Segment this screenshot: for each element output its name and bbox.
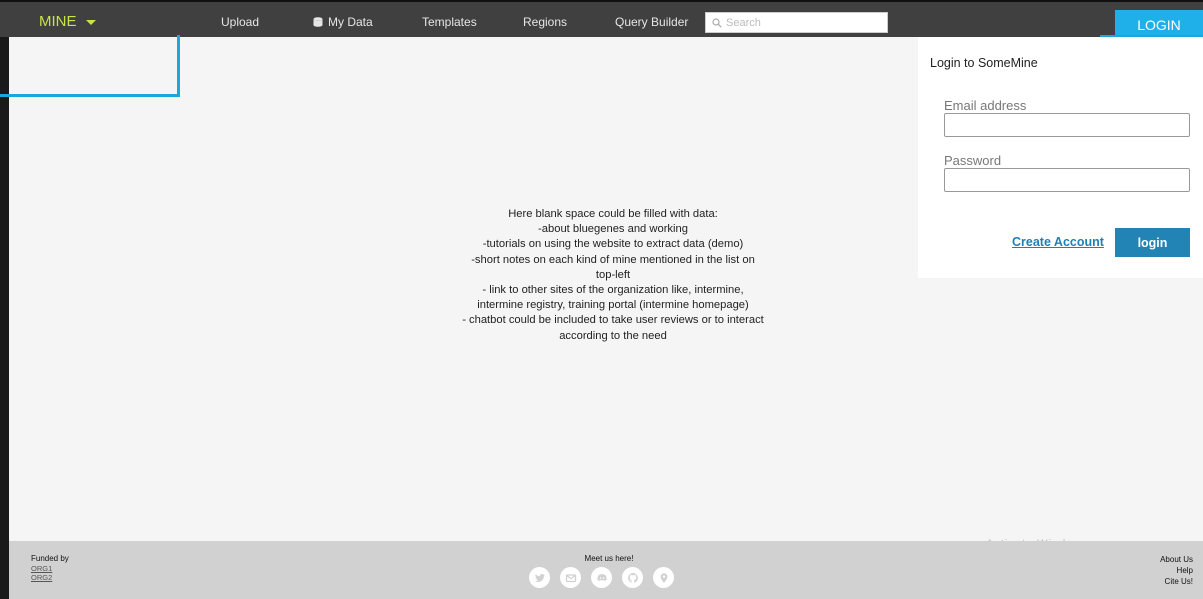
password-label: Password	[944, 153, 1002, 168]
nav-my-data-label: My Data	[328, 15, 373, 29]
github-icon[interactable]	[622, 567, 643, 588]
password-field[interactable]	[944, 168, 1190, 192]
search-box	[705, 12, 888, 33]
annotation-line	[0, 94, 180, 97]
search-icon	[712, 17, 722, 28]
note-line: intermine registry, training portal (int…	[477, 299, 749, 312]
login-button[interactable]: login	[1115, 228, 1190, 257]
footer-links: About Us Help Cite Us!	[1160, 554, 1193, 587]
nav-my-data[interactable]: My Data	[313, 15, 373, 29]
brand-label: MINE	[39, 13, 77, 30]
about-us-link[interactable]: About Us	[1160, 554, 1193, 565]
footer: Funded by ORG1 ORG2 Meet us here! About …	[9, 541, 1203, 599]
org-link-1[interactable]: ORG1	[31, 564, 52, 573]
note-line: -tutorials on using the website to extra…	[482, 238, 744, 251]
nav-regions[interactable]: Regions	[523, 15, 567, 29]
org-link-2[interactable]: ORG2	[31, 573, 52, 582]
top-navbar: MINE Upload My Data Templates Regions Qu…	[0, 0, 1203, 39]
login-title: Login to SomeMine	[930, 56, 1038, 70]
note-line: - link to other sites of the organizatio…	[482, 284, 744, 297]
mail-icon[interactable]	[560, 567, 581, 588]
annotation-line	[177, 35, 180, 97]
database-icon	[313, 17, 323, 27]
login-panel: Login to SomeMine Email address Password…	[918, 37, 1203, 278]
twitter-icon[interactable]	[529, 567, 550, 588]
note-line: according to the need	[559, 329, 667, 342]
note-line: -short notes on each kind of mine mentio…	[471, 253, 755, 266]
email-field[interactable]	[944, 113, 1190, 137]
note-line: Here blank space could be filled with da…	[508, 208, 718, 220]
caret-down-icon	[85, 20, 96, 25]
nav-templates[interactable]: Templates	[422, 15, 477, 29]
placeholder-notes: Here blank space could be filled with da…	[413, 207, 813, 344]
note-line: top-left	[595, 268, 631, 281]
search-input[interactable]	[722, 16, 886, 29]
funded-by-label: Funded by	[31, 554, 69, 563]
mine-selector[interactable]: MINE	[39, 13, 96, 30]
nav-upload[interactable]: Upload	[221, 15, 259, 29]
discord-icon[interactable]	[591, 567, 612, 588]
social-links	[529, 567, 674, 588]
email-label: Email address	[944, 98, 1027, 113]
note-line: - chatbot could be included to take user…	[462, 314, 764, 327]
location-icon[interactable]	[653, 567, 674, 588]
create-account-link[interactable]: Create Account	[1012, 235, 1104, 249]
meet-us-label: Meet us here!	[584, 554, 634, 563]
cite-us-link[interactable]: Cite Us!	[1160, 576, 1193, 587]
note-line: -about bluegenes and working	[538, 223, 688, 236]
nav-query-builder[interactable]: Query Builder	[615, 15, 688, 29]
help-link[interactable]: Help	[1160, 565, 1193, 576]
